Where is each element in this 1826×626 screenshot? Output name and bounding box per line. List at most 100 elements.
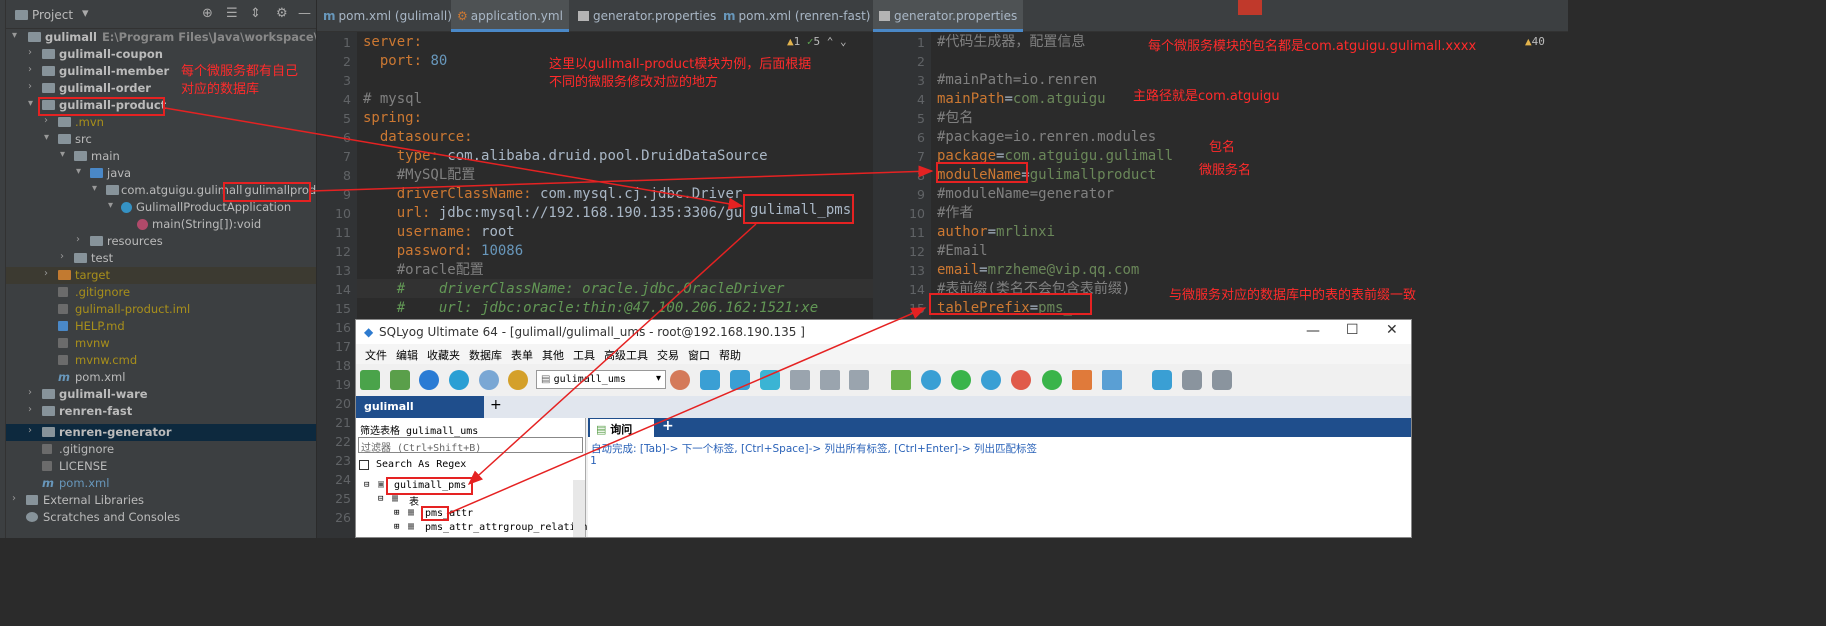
minimize-button[interactable]: — [1306,323,1320,339]
tree-item-coupon[interactable]: › gulimall-coupon [6,46,316,63]
tree-item-target[interactable]: › target [6,267,316,284]
close-button[interactable]: ✕ [1386,322,1398,338]
db-icon-2[interactable] [730,370,750,390]
tab-application-yml[interactable]: ⚙ application.yml [451,0,569,32]
database-select[interactable]: ▤ gulimall_ums ▾ [536,370,666,389]
add-query-tab[interactable]: + [662,418,674,434]
maximize-button[interactable]: ☐ [1346,322,1359,338]
tree-item-test[interactable]: › test [6,250,316,267]
filter-input[interactable]: 过滤器 (Ctrl+Shift+B) [358,437,583,454]
tree-item-main-method[interactable]: main(String[]):void [6,216,316,233]
db-gear-icon[interactable] [1182,370,1202,390]
chevron-down-icon[interactable]: ▾ [82,6,89,21]
expand-db-icon[interactable]: ⊟ [364,480,369,490]
tab-generator-properties-right[interactable]: generator.properties [873,0,1024,32]
tree-item-renren-generator[interactable]: › renren-generator [6,424,316,441]
menu-item[interactable]: 收藏夹 [427,347,460,363]
tree-item-root-pom[interactable]: m pom.xml [6,475,316,492]
import-icon[interactable] [891,370,911,390]
yaml-key: spring: [363,110,423,126]
tree-item-pom[interactable]: m pom.xml [6,369,316,386]
backup-icon[interactable] [981,370,1001,390]
expand-all-icon[interactable]: ⇕ [250,6,261,21]
db-settings-icon[interactable] [1212,370,1232,390]
menu-item[interactable]: 其他 [542,347,564,363]
tree-item-mvnw-cmd[interactable]: mvnw.cmd [6,352,316,369]
schema-icon[interactable] [790,370,810,390]
collapse-all-icon[interactable]: ☰ [226,6,238,21]
report-icon[interactable] [1072,370,1092,390]
menu-item[interactable]: 数据库 [469,347,502,363]
table-icon[interactable] [820,370,840,390]
refresh-icon[interactable] [951,370,971,390]
tree-item-resources[interactable]: › resources [6,233,316,250]
db-icon-1[interactable] [700,370,720,390]
comment-text: # mysql [363,91,423,107]
connect-icon[interactable] [360,370,380,390]
expand-table-icon[interactable]: ⊞ [394,522,399,532]
tree-item-mvn[interactable]: › .mvn [6,114,316,131]
table-item[interactable]: pms_attr_attrgroup_relation [425,522,588,533]
tree-scrollbar[interactable] [573,480,585,537]
expand-tables-icon[interactable]: ⊟ [378,494,383,504]
execute-edit-icon[interactable] [479,370,499,390]
menu-item[interactable]: 帮助 [719,347,741,363]
code-line: #作者 [937,204,973,223]
tree-item-java[interactable]: ▾ java [6,165,316,182]
execute-all-icon[interactable] [449,370,469,390]
minimize-icon[interactable]: — [298,6,311,21]
expand-table-icon[interactable]: ⊞ [394,508,399,518]
tab-query[interactable]: ▤ 询问 [590,419,654,437]
tab-pom-gulimall[interactable]: m pom.xml (gulimall) [317,0,458,32]
tree-item-root-gitignore[interactable]: .gitignore [6,441,316,458]
new-query-icon[interactable] [390,370,410,390]
yaml-key: server: [363,34,423,50]
line-number: 12 [335,244,351,259]
line-number: 14 [335,282,351,297]
menu-item[interactable]: 编辑 [396,347,418,363]
add-connection-tab[interactable]: + [490,397,502,413]
tree-item-gitignore[interactable]: .gitignore [6,284,316,301]
db-icon-3[interactable] [760,370,780,390]
tree-item-src[interactable]: ▾ src [6,131,316,148]
inspection-widget[interactable]: ▲1 ✓5 ⌃ ⌄ [787,35,847,48]
regex-checkbox[interactable] [359,460,369,470]
yaml-key: datasource: [363,129,473,145]
add-icon[interactable] [1042,370,1062,390]
tree-item-help[interactable]: HELP.md [6,318,316,335]
inspection-widget-right[interactable]: ▲40 [1525,35,1545,48]
grid-icon[interactable] [849,370,869,390]
tables-node[interactable]: 表 [409,493,419,508]
menu-item[interactable]: 工具 [573,347,595,363]
query-editor: ▤ 询问 + 自动完成: [Tab]-> 下一个标签, [Ctrl+Space]… [588,418,1411,537]
shapes-icon[interactable] [508,370,528,390]
tree-item-scratches[interactable]: Scratches and Consoles [6,509,316,526]
user-icon[interactable] [670,370,690,390]
gear-icon[interactable]: ⚙ [276,6,288,21]
tree-item-ware[interactable]: › gulimall-ware [6,386,316,403]
tree-item-iml[interactable]: gulimall-product.iml [6,301,316,318]
tab-generator-properties[interactable]: generator.properties [572,0,722,32]
tree-item-gulimall[interactable]: ▾ gulimall E:\Program Files\Java\workspace… [6,29,316,46]
menu-item[interactable]: 窗口 [688,347,710,363]
tree-item-renren-fast[interactable]: › renren-fast [6,403,316,420]
menu-item[interactable]: 文件 [365,347,387,363]
sync-icon[interactable] [921,370,941,390]
locate-icon[interactable]: ⊕ [202,6,213,21]
search-everywhere-icon[interactable] [1238,0,1262,15]
line-number: 19 [335,377,351,392]
tree-item-mvnw[interactable]: mvnw [6,335,316,352]
menu-item[interactable]: 高级工具 [604,347,648,363]
menu-item[interactable]: 交易 [657,347,679,363]
copy-icon[interactable] [1102,370,1122,390]
tab-connection[interactable]: gulimall [356,396,484,418]
project-panel-title[interactable]: Project [32,8,73,22]
execute-icon[interactable] [419,370,439,390]
db-stack-icon[interactable] [1152,370,1172,390]
tab-pom-renren-fast[interactable]: m pom.xml (renren-fast) [717,0,876,32]
tree-item-external-libraries[interactable]: › External Libraries [6,492,316,509]
menu-item[interactable]: 表单 [511,347,533,363]
clock-icon[interactable] [1011,370,1031,390]
tree-item-main[interactable]: ▾ main [6,148,316,165]
tree-item-license[interactable]: LICENSE [6,458,316,475]
